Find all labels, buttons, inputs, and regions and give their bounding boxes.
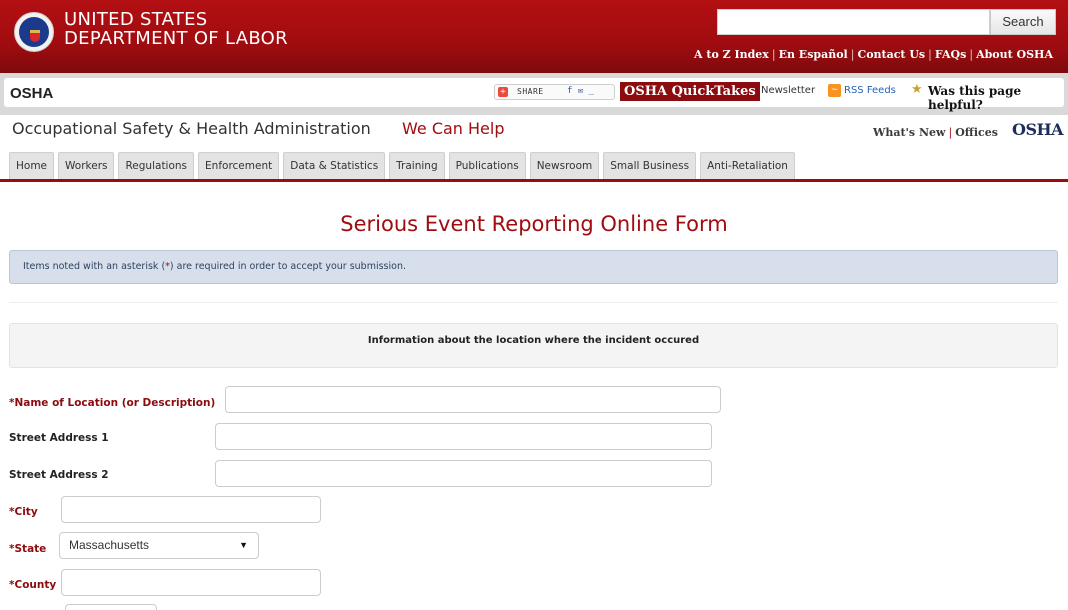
separator: | (969, 48, 974, 61)
street-address-2-input[interactable] (215, 460, 712, 487)
street-address-1-label: Street Address 1 (9, 432, 109, 444)
tab-newsroom[interactable]: Newsroom (529, 152, 600, 179)
secondary-links: What's New | Offices (873, 126, 998, 139)
street-address-1-input[interactable] (215, 423, 712, 450)
dol-banner: UNITED STATES DEPARTMENT OF LABOR Search… (0, 0, 1068, 73)
share-label: SHARE (517, 87, 544, 96)
chevron-down-icon: ▼ (239, 540, 248, 550)
utility-links: A to Z Index | En Español | Contact Us | FAQs |… (694, 48, 1053, 61)
newsletter-link[interactable]: Newsletter (761, 85, 815, 96)
tab-data-statistics[interactable]: Data & Statistics (283, 152, 386, 179)
section-heading: Information about the location where the… (9, 323, 1058, 368)
tab-workers[interactable]: Workers (58, 152, 115, 179)
notice-text-after: ) are required in order to accept your s… (169, 261, 406, 272)
dol-seal-icon[interactable] (14, 12, 54, 52)
about-osha-link[interactable]: About OSHA (976, 48, 1053, 61)
rss-icon[interactable]: ∼ (828, 84, 841, 97)
main-nav-tabs: Home Workers Regulations Enforcement Dat… (9, 152, 795, 179)
city-label: *City (9, 506, 38, 518)
en-espanol-link[interactable]: En Español (779, 48, 848, 61)
tab-small-business[interactable]: Small Business (603, 152, 697, 179)
whats-new-link[interactable]: What's New (873, 126, 945, 139)
separator: | (948, 126, 953, 139)
city-input[interactable] (61, 496, 321, 523)
notice-text-before: Items noted with an asterisk ( (23, 261, 166, 272)
offices-link[interactable]: Offices (955, 126, 998, 139)
county-label: *County (9, 579, 57, 591)
social-icons: f ✉ _ (567, 86, 595, 96)
share-button[interactable]: + SHARE f ✉ _ (494, 84, 615, 100)
rss-feeds-link[interactable]: RSS Feeds (844, 85, 896, 96)
state-selected-value: Massachusetts (69, 538, 150, 552)
agency-row: Occupational Safety & Health Administrat… (0, 115, 1068, 147)
tab-regulations[interactable]: Regulations (118, 152, 195, 179)
osha-title[interactable]: OSHA (10, 85, 53, 102)
search-button[interactable]: Search (990, 9, 1056, 35)
agency-line-1: UNITED STATES (64, 9, 208, 30)
separator: | (850, 48, 855, 61)
search-input[interactable] (717, 9, 990, 35)
page-title: Serious Event Reporting Online Form (340, 212, 728, 236)
location-name-input[interactable] (225, 386, 721, 413)
location-name-label: *Name of Location (or Description) (9, 397, 216, 409)
osha-toolbar-inner: OSHA + SHARE f ✉ _ OSHA QuickTakes Newsl… (4, 78, 1064, 112)
tab-anti-retaliation[interactable]: Anti-Retaliation (700, 152, 795, 179)
osha-toolbar: OSHA + SHARE f ✉ _ OSHA QuickTakes Newsl… (0, 73, 1068, 115)
separator: | (771, 48, 776, 61)
tab-training[interactable]: Training (389, 152, 445, 179)
contact-us-link[interactable]: Contact Us (857, 48, 925, 61)
quicktakes-logo[interactable]: OSHA QuickTakes (620, 82, 760, 101)
page-helpful-link[interactable]: Was this page helpful? (928, 84, 1064, 112)
required-notice: Items noted with an asterisk (*) are req… (9, 250, 1058, 284)
osha-logo[interactable]: OSHA (1012, 120, 1064, 139)
we-can-help-link[interactable]: We Can Help (402, 119, 505, 138)
share-plus-icon: + (498, 87, 508, 97)
agency-name-link[interactable]: UNITED STATES DEPARTMENT OF LABOR (64, 10, 288, 48)
agency-line-2: DEPARTMENT OF LABOR (64, 28, 288, 49)
tab-publications[interactable]: Publications (448, 152, 526, 179)
tab-home[interactable]: Home (9, 152, 55, 179)
street-address-2-label: Street Address 2 (9, 469, 109, 481)
county-input[interactable] (61, 569, 321, 596)
a-to-z-index-link[interactable]: A to Z Index (694, 48, 769, 61)
state-select[interactable]: Massachusetts ▼ (59, 532, 259, 559)
separator: | (928, 48, 932, 61)
divider (9, 302, 1058, 303)
tab-enforcement[interactable]: Enforcement (198, 152, 280, 179)
state-label: *State (9, 543, 47, 555)
agency-full-name[interactable]: Occupational Safety & Health Administrat… (12, 119, 371, 138)
star-icon: ★ (911, 82, 923, 97)
next-field-input[interactable] (65, 604, 157, 610)
nav-divider (0, 179, 1068, 182)
faqs-link[interactable]: FAQs (935, 48, 966, 61)
